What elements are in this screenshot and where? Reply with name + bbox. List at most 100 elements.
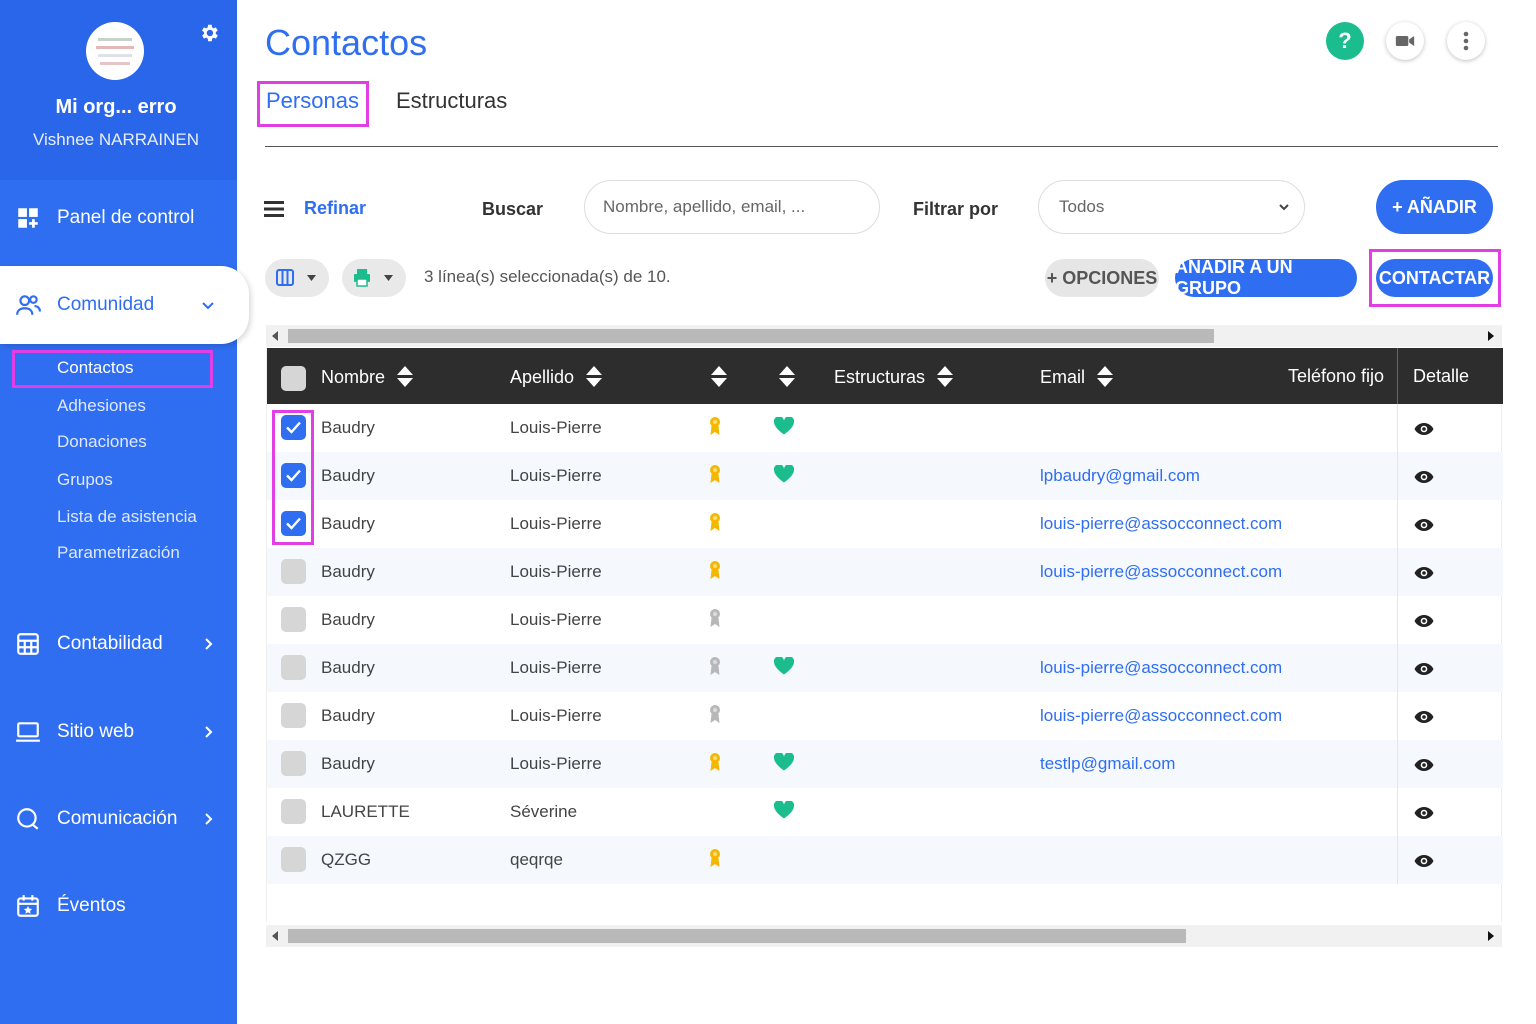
sub-item-lista-asistencia[interactable]: Lista de asistencia <box>57 507 197 527</box>
row-checkbox[interactable] <box>281 559 306 584</box>
cell-email[interactable]: louis-pierre@assocconnect.com <box>1040 514 1282 534</box>
table-row[interactable]: LAURETTE Séverine <box>267 788 1503 836</box>
col-email[interactable]: Email <box>1040 366 1114 388</box>
heart-icon <box>773 752 795 776</box>
cell-nombre: Baudry <box>321 418 375 437</box>
table-row[interactable]: QZGG qeqrqe <box>267 836 1503 884</box>
badge-ribbon-icon <box>709 608 721 633</box>
table-row[interactable]: Baudry Louis-Pierre louis-pierre@assocconn… <box>267 644 1503 692</box>
col-label: Teléfono fijo <box>1288 366 1385 386</box>
buscar-label: Buscar <box>482 199 544 219</box>
row-checkbox[interactable] <box>281 751 306 776</box>
eye-icon[interactable] <box>1414 565 1434 585</box>
select-all-checkbox[interactable] <box>281 366 306 391</box>
more-options-button[interactable] <box>1447 22 1485 60</box>
cell-email[interactable]: louis-pierre@assocconnect.com <box>1040 706 1282 726</box>
eye-icon[interactable] <box>1414 613 1434 633</box>
header-divider <box>1397 348 1398 404</box>
filter-select[interactable]: Todos <box>1038 180 1305 234</box>
scroll-right-arrow[interactable] <box>1488 331 1494 341</box>
heart-icon <box>773 800 795 824</box>
add-to-group-button[interactable]: AÑADIR A UN GRUPO <box>1175 257 1357 298</box>
scroll-thumb[interactable] <box>288 329 1214 343</box>
col-telefono[interactable]: Teléfono fijo <box>1288 366 1384 387</box>
print-button[interactable] <box>342 259 406 297</box>
nav-label: Contabilidad <box>57 633 163 654</box>
cell-apellido: Louis-Pierre <box>510 658 602 677</box>
settings-gear-icon[interactable] <box>198 22 220 44</box>
search-input[interactable] <box>584 180 880 234</box>
table-scrollbar-bottom[interactable] <box>266 925 1502 947</box>
user-name: Vishnee NARRAINEN <box>33 130 199 149</box>
eye-icon[interactable] <box>1414 661 1434 681</box>
col-label: Estructuras <box>834 366 926 387</box>
scroll-right-arrow[interactable] <box>1488 931 1494 941</box>
table-row[interactable]: Baudry Louis-Pierre testlp@gmail.com <box>267 740 1503 788</box>
sub-item-grupos[interactable]: Grupos <box>57 470 113 490</box>
org-avatar[interactable] <box>86 22 144 80</box>
col-estructuras[interactable]: Estructuras <box>834 366 954 388</box>
chevron-down-icon <box>1279 204 1289 211</box>
col-badge[interactable] <box>699 366 727 388</box>
eye-icon[interactable] <box>1414 469 1434 489</box>
cell-nombre: Baudry <box>321 706 375 725</box>
eye-icon[interactable] <box>1414 805 1434 825</box>
sub-item-parametrizacion[interactable]: Parametrización <box>57 543 180 563</box>
eye-icon[interactable] <box>1414 853 1434 873</box>
sub-item-adhesiones[interactable]: Adhesiones <box>57 396 146 416</box>
table-row[interactable]: Baudry Louis-Pierre lpbaudry@gmail.com <box>267 452 1503 500</box>
col-label: Detalle <box>1413 366 1470 386</box>
personas-highlight <box>257 81 369 127</box>
tab-estructuras[interactable]: Estructuras <box>396 88 507 114</box>
cell-email[interactable]: lpbaudry@gmail.com <box>1040 466 1200 486</box>
eye-icon[interactable] <box>1414 757 1434 777</box>
sort-icon <box>586 366 603 388</box>
sort-icon <box>779 366 795 388</box>
add-button[interactable]: + AÑADIR <box>1376 180 1493 234</box>
eye-icon[interactable] <box>1414 517 1434 537</box>
cell-nombre: LAURETTE <box>321 802 410 821</box>
row-checkbox[interactable] <box>281 655 306 680</box>
print-icon <box>354 269 370 287</box>
nav-label: Sitio web <box>57 721 135 742</box>
nav-eventos[interactable]: Éventos <box>0 878 237 934</box>
nav-comunidad[interactable]: Comunidad <box>0 266 249 344</box>
cell-email[interactable]: louis-pierre@assocconnect.com <box>1040 562 1282 582</box>
scroll-left-arrow[interactable] <box>272 931 278 941</box>
table-row[interactable]: Baudry Louis-Pierre louis-pierre@assocconn… <box>267 548 1503 596</box>
eye-icon[interactable] <box>1414 421 1434 441</box>
eye-icon[interactable] <box>1414 709 1434 729</box>
community-icon <box>16 295 41 315</box>
video-button[interactable] <box>1386 22 1424 60</box>
badge-ribbon-icon <box>709 464 721 489</box>
columns-toggle-button[interactable] <box>265 259 329 297</box>
table-row[interactable]: Baudry Louis-Pierre <box>267 596 1503 644</box>
page-title: Contactos <box>265 22 428 63</box>
table-row[interactable]: Baudry Louis-Pierre <box>267 404 1503 452</box>
col-label: Email <box>1040 366 1086 387</box>
scroll-left-arrow[interactable] <box>272 331 278 341</box>
col-apellido[interactable]: Apellido <box>510 366 603 388</box>
table-scrollbar-top[interactable] <box>266 325 1502 347</box>
sub-item-donaciones[interactable]: Donaciones <box>57 432 147 452</box>
help-button[interactable]: ? <box>1326 22 1364 60</box>
row-checkbox[interactable] <box>281 703 306 728</box>
table-row[interactable]: Baudry Louis-Pierre louis-pierre@assocconn… <box>267 692 1503 740</box>
col-nombre[interactable]: Nombre <box>321 366 414 388</box>
cell-apellido: Séverine <box>510 802 578 821</box>
nav-panel-de-control[interactable]: Panel de control <box>0 190 237 246</box>
cell-email[interactable]: testlp@gmail.com <box>1040 754 1175 774</box>
nav-contabilidad[interactable]: Contabilidad <box>0 616 237 672</box>
cell-email[interactable]: louis-pierre@assocconnect.com <box>1040 658 1282 678</box>
row-checkbox[interactable] <box>281 607 306 632</box>
row-checkbox[interactable] <box>281 799 306 824</box>
opciones-button[interactable]: + OPCIONES <box>1045 259 1159 297</box>
nav-comunicacion[interactable]: Comunicación <box>0 791 237 847</box>
nav-label: Éventos <box>57 895 126 916</box>
refinar-button[interactable]: Refinar <box>264 198 366 219</box>
row-checkbox[interactable] <box>281 847 306 872</box>
scroll-thumb[interactable] <box>288 929 1186 943</box>
nav-sitio-web[interactable]: Sitio web <box>0 704 237 760</box>
col-heart[interactable] <box>767 366 795 388</box>
table-row[interactable]: Baudry Louis-Pierre louis-pierre@assocconn… <box>267 500 1503 548</box>
